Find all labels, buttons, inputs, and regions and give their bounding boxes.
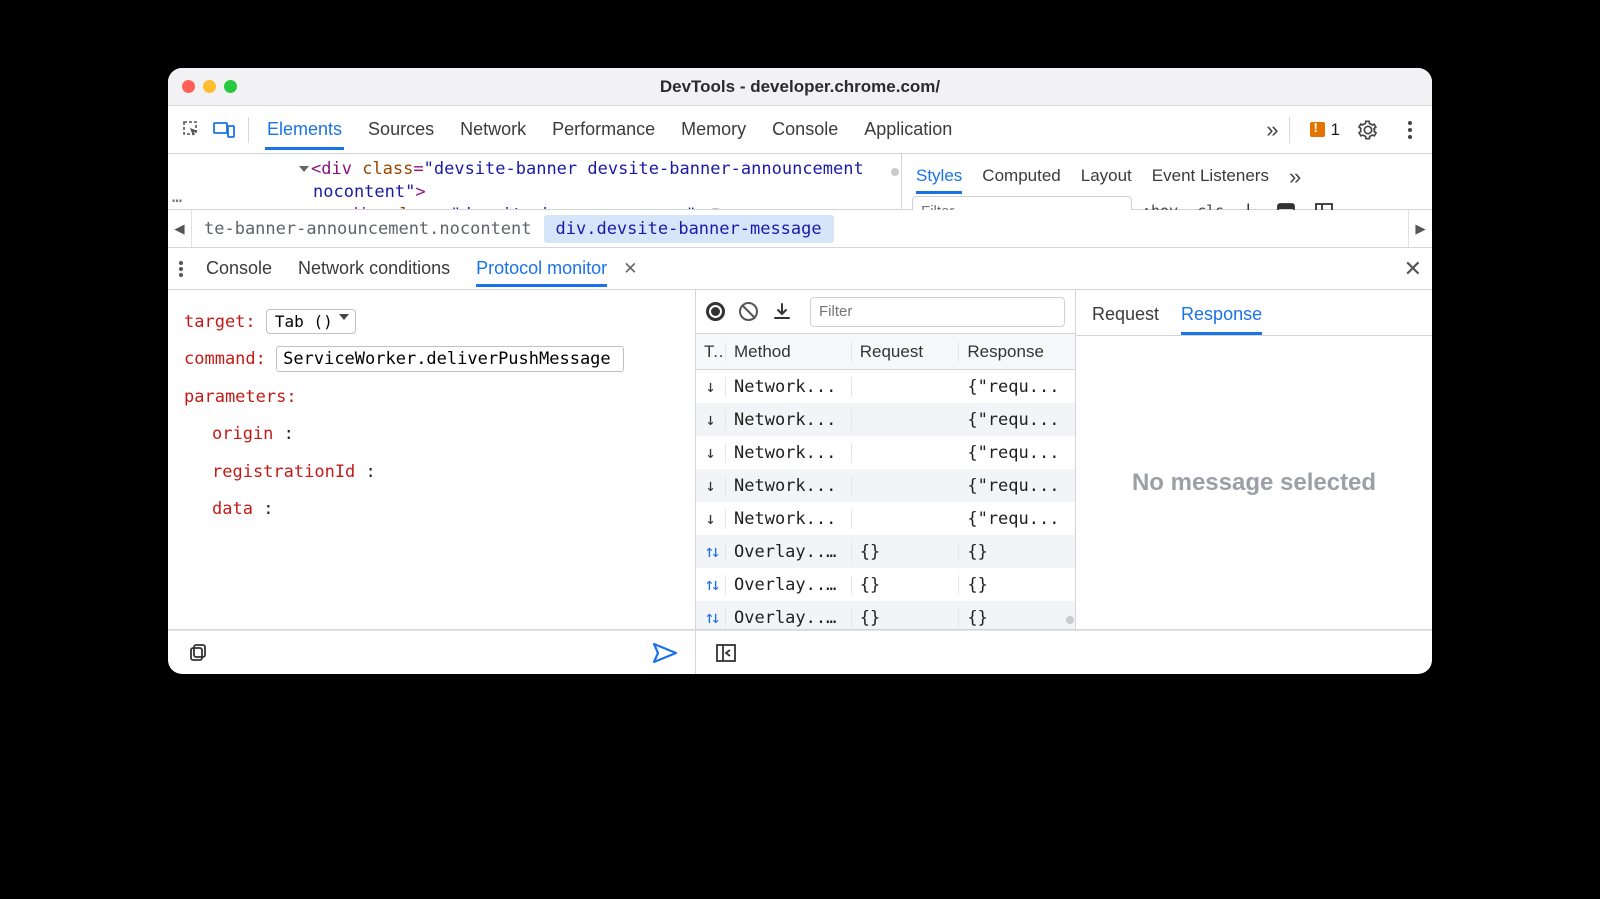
protocol-row[interactable]: ↓Network...{"requ... bbox=[696, 370, 1075, 403]
breadcrumb-prev-icon[interactable]: ◀ bbox=[168, 210, 192, 247]
protocol-row[interactable]: ↓Network...{"requ... bbox=[696, 469, 1075, 502]
issues-count: 1 bbox=[1331, 120, 1340, 140]
collapse-panel-icon[interactable] bbox=[712, 639, 740, 667]
protocol-log: T. Method Request Response ↓Network...{"… bbox=[696, 290, 1076, 629]
protocol-row[interactable]: ↑↓Overlay....{}{} bbox=[696, 568, 1075, 601]
styles-tabs: Styles Computed Layout Event Listeners » bbox=[902, 154, 1432, 194]
drawer-menu-icon[interactable] bbox=[178, 260, 184, 278]
command-input[interactable] bbox=[276, 346, 624, 372]
elements-tree[interactable]: <div class="devsite-banner devsite-banne… bbox=[168, 154, 902, 209]
close-window-icon[interactable] bbox=[182, 80, 195, 93]
detail-tabs: Request Response bbox=[1076, 290, 1432, 336]
overflow-icon[interactable]: » bbox=[1266, 117, 1278, 143]
drawer-close-icon[interactable]: ✕ bbox=[1404, 256, 1422, 282]
inspect-element-icon[interactable] bbox=[178, 116, 206, 144]
send-command-icon[interactable] bbox=[651, 639, 679, 667]
protocol-table-header: T. Method Request Response bbox=[696, 334, 1075, 370]
styles-tab-event-listeners[interactable]: Event Listeners bbox=[1152, 160, 1269, 194]
protocol-row[interactable]: ↓Network...{"requ... bbox=[696, 403, 1075, 436]
styles-overflow-icon[interactable]: » bbox=[1289, 164, 1301, 190]
devtools-window: DevTools - developer.chrome.com/ Element… bbox=[168, 68, 1432, 674]
scrollbar-thumb[interactable] bbox=[891, 168, 899, 176]
detail-tab-request[interactable]: Request bbox=[1092, 298, 1159, 335]
breadcrumb-item-selected[interactable]: div.devsite-banner-message bbox=[544, 215, 834, 243]
protocol-monitor: target: Tab () command: parameters: orig… bbox=[168, 290, 1432, 630]
issues-counter[interactable]: 1 bbox=[1310, 120, 1340, 140]
protocol-row[interactable]: ↓Network...{"requ... bbox=[696, 502, 1075, 535]
col-request[interactable]: Request bbox=[852, 342, 960, 362]
ellipsis-icon: ⋯ bbox=[172, 191, 182, 209]
direction-icon: ↓ bbox=[696, 410, 726, 430]
styles-tab-styles[interactable]: Styles bbox=[916, 160, 962, 194]
col-response[interactable]: Response bbox=[959, 342, 1075, 362]
protocol-row[interactable]: ↓Network...{"requ... bbox=[696, 436, 1075, 469]
protocol-table-body[interactable]: ↓Network...{"requ...↓Network...{"requ...… bbox=[696, 370, 1075, 629]
breadcrumb-item[interactable]: te-banner-announcement.nocontent bbox=[192, 219, 544, 239]
tab-application[interactable]: Application bbox=[862, 109, 954, 150]
direction-icon: ↓ bbox=[696, 509, 726, 529]
tree-expand-icon[interactable] bbox=[299, 166, 309, 172]
tab-sources[interactable]: Sources bbox=[366, 109, 436, 150]
col-method[interactable]: Method bbox=[726, 342, 852, 362]
separator bbox=[248, 117, 249, 143]
param-registrationId[interactable]: registrationId : bbox=[184, 454, 679, 491]
main-toolbar: Elements Sources Network Performance Memory C… bbox=[168, 106, 1432, 154]
drawer-tab-console[interactable]: Console bbox=[206, 250, 272, 287]
copy-icon[interactable] bbox=[184, 639, 212, 667]
param-origin[interactable]: origin : bbox=[184, 416, 679, 453]
direction-icon: ↓ bbox=[696, 377, 726, 397]
device-toggle-icon[interactable] bbox=[210, 116, 238, 144]
scrollbar-thumb[interactable] bbox=[1066, 616, 1074, 624]
detail-tab-response[interactable]: Response bbox=[1181, 298, 1262, 335]
tab-elements[interactable]: Elements bbox=[265, 109, 344, 150]
zoom-window-icon[interactable] bbox=[224, 80, 237, 93]
drawer-tabs: Console Network conditions Protocol monito… bbox=[168, 248, 1432, 290]
clear-icon[interactable] bbox=[739, 302, 758, 321]
direction-icon: ↑↓ bbox=[696, 608, 726, 628]
separator bbox=[1289, 117, 1290, 143]
titlebar: DevTools - developer.chrome.com/ bbox=[168, 68, 1432, 106]
main-tabs: Elements Sources Network Performance Memory C… bbox=[259, 109, 1262, 150]
upper-panes: <div class="devsite-banner devsite-banne… bbox=[168, 154, 1432, 210]
protocol-log-toolbar bbox=[696, 290, 1075, 334]
target-select[interactable]: Tab () bbox=[266, 304, 356, 341]
tab-network[interactable]: Network bbox=[458, 109, 528, 150]
direction-icon: ↓ bbox=[696, 476, 726, 496]
protocol-row[interactable]: ↑↓Overlay....{}{} bbox=[696, 535, 1075, 568]
drawer-tab-close-icon[interactable]: ✕ bbox=[623, 259, 637, 279]
kebab-menu-icon[interactable] bbox=[1396, 116, 1424, 144]
window-title: DevTools - developer.chrome.com/ bbox=[168, 77, 1432, 97]
traffic-lights bbox=[168, 80, 237, 93]
tab-performance[interactable]: Performance bbox=[550, 109, 657, 150]
tab-memory[interactable]: Memory bbox=[679, 109, 748, 150]
param-data[interactable]: data : bbox=[184, 491, 679, 528]
command-label: command: bbox=[184, 349, 266, 369]
direction-icon: ↑↓ bbox=[696, 542, 726, 562]
parameters-label: parameters: bbox=[184, 387, 297, 407]
record-icon[interactable] bbox=[706, 302, 725, 321]
styles-tab-computed[interactable]: Computed bbox=[982, 160, 1060, 194]
col-type[interactable]: T. bbox=[696, 342, 726, 362]
breadcrumb: ◀ te-banner-announcement.nocontent div.d… bbox=[168, 210, 1432, 248]
protocol-row[interactable]: ↑↓Overlay....{}{} bbox=[696, 601, 1075, 629]
drawer-tab-protocol-monitor[interactable]: Protocol monitor bbox=[476, 250, 607, 287]
protocol-footer bbox=[168, 630, 1432, 674]
issues-icon bbox=[1310, 122, 1325, 137]
direction-icon: ↓ bbox=[696, 443, 726, 463]
breadcrumb-next-icon[interactable]: ▶ bbox=[1408, 210, 1432, 247]
protocol-filter-input[interactable] bbox=[810, 297, 1065, 327]
settings-icon[interactable] bbox=[1354, 116, 1382, 144]
drawer-tab-network-conditions[interactable]: Network conditions bbox=[298, 250, 450, 287]
protocol-command-form: target: Tab () command: parameters: orig… bbox=[168, 290, 696, 629]
protocol-detail-pane: Request Response No message selected bbox=[1076, 290, 1432, 629]
styles-tab-layout[interactable]: Layout bbox=[1081, 160, 1132, 194]
styles-pane: StylesComputedLayoutEvent Listeners» :ho… bbox=[902, 154, 1432, 209]
minimize-window-icon[interactable] bbox=[203, 80, 216, 93]
tab-console[interactable]: Console bbox=[770, 109, 840, 150]
direction-icon: ↑↓ bbox=[696, 575, 726, 595]
detail-empty-message: No message selected bbox=[1076, 336, 1432, 629]
download-icon[interactable] bbox=[772, 302, 792, 322]
target-label: target: bbox=[184, 312, 256, 332]
